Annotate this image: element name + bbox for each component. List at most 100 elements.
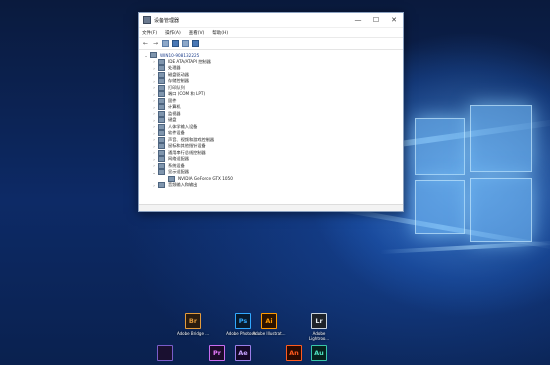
device-tree: ⌄ WIN10-908132225 › IDE ATA/ATAPI 控制器 › 处理器… — [139, 50, 403, 189]
expand-arrow-icon[interactable]: › — [150, 105, 158, 110]
expand-arrow-icon[interactable]: › — [150, 163, 158, 168]
tree-root-label: WIN10-908132225 — [160, 52, 200, 58]
tree-item-label: 固件 — [168, 97, 177, 103]
device-category-icon — [158, 110, 165, 117]
expand-arrow-icon[interactable]: › — [150, 137, 158, 142]
expand-arrow-icon[interactable]: › — [150, 118, 158, 123]
tree-item-label: 存储控制器 — [168, 78, 189, 84]
desktop-shortcut[interactable] — [148, 345, 182, 363]
desktop-shortcut-label: Adobe Bridge ... — [176, 331, 210, 336]
tree-item-label: NVIDIA GeForce GTX 1050 — [178, 176, 233, 182]
tree-item-label: 键盘 — [168, 117, 177, 123]
expand-arrow-icon[interactable]: › — [150, 98, 158, 103]
expand-arrow-icon[interactable]: › — [150, 92, 158, 97]
tree-item-label: 通用串行总线控制器 — [168, 149, 206, 155]
app-icon: Br — [185, 313, 201, 329]
expand-arrow-icon[interactable]: › — [150, 157, 158, 162]
scan-hardware-icon[interactable] — [192, 40, 199, 47]
device-category-icon — [158, 136, 165, 143]
tree-item-label: 监视器 — [168, 110, 181, 116]
device-manager-icon — [143, 16, 151, 24]
device-category-icon — [158, 130, 165, 137]
expand-arrow-icon[interactable]: › — [150, 111, 158, 116]
expand-arrow-icon[interactable]: › — [150, 131, 158, 136]
properties-icon[interactable] — [172, 40, 179, 47]
tree-item-label: 磁盘驱动器 — [168, 71, 189, 77]
wallpaper-window-pane — [415, 180, 465, 234]
tree-item[interactable]: › 音频输入和输出 — [142, 182, 403, 189]
expand-arrow-icon[interactable]: › — [150, 124, 158, 129]
expand-arrow-icon[interactable]: › — [150, 72, 158, 77]
device-category-icon — [158, 84, 165, 91]
wallpaper-window-pane — [470, 178, 532, 242]
toolbar: ← → — [139, 38, 403, 50]
app-icon: Pr — [209, 345, 225, 361]
expand-arrow-icon[interactable]: › — [150, 66, 158, 71]
app-icon: Ai — [261, 313, 277, 329]
device-category-icon — [158, 162, 165, 169]
app-icon: An — [286, 345, 302, 361]
device-category-icon — [158, 123, 165, 130]
device-category-icon — [158, 91, 165, 98]
back-button[interactable]: ← — [142, 40, 149, 47]
device-category-icon — [158, 182, 165, 189]
desktop-shortcut[interactable]: Ae — [226, 345, 260, 363]
title-bar[interactable]: 设备管理器 — ☐ ✕ — [139, 13, 403, 28]
app-icon: Au — [311, 345, 327, 361]
device-category-icon — [158, 117, 165, 124]
wallpaper-window-pane — [415, 118, 465, 175]
desktop-shortcut[interactable]: Br Adobe Bridge ... — [176, 313, 210, 336]
menu-view[interactable]: 查看(V) — [189, 30, 205, 36]
device-category-icon — [168, 175, 175, 182]
window-title: 设备管理器 — [154, 17, 180, 24]
collapse-arrow-icon[interactable]: ⌄ — [150, 170, 158, 175]
computer-icon — [150, 52, 157, 59]
desktop-shortcut[interactable]: Lr Adobe Lightroo... — [302, 313, 336, 341]
desktop-shortcut[interactable]: Ai Adobe Illustrat... — [252, 313, 286, 336]
tree-item-label: 人体学输入设备 — [168, 123, 198, 129]
close-button[interactable]: ✕ — [385, 13, 403, 27]
forward-button[interactable]: → — [152, 40, 159, 47]
menu-file[interactable]: 文件(F) — [142, 30, 157, 36]
expand-arrow-icon[interactable]: › — [150, 144, 158, 149]
tree-item-label: 软件设备 — [168, 130, 185, 136]
wallpaper-window-pane — [470, 105, 532, 172]
device-category-icon — [158, 71, 165, 78]
device-category-icon — [158, 169, 165, 176]
wallpaper-light-beam — [380, 240, 550, 254]
expand-arrow-icon[interactable]: › — [150, 150, 158, 155]
app-icon: Lr — [311, 313, 327, 329]
tree-item-label: 端口 (COM 和 LPT) — [168, 91, 206, 97]
maximize-button[interactable]: ☐ — [367, 13, 385, 27]
app-icon: Ps — [235, 313, 251, 329]
console-tree-icon[interactable] — [162, 40, 169, 47]
device-category-icon — [158, 78, 165, 85]
expand-arrow-icon[interactable]: › — [150, 85, 158, 90]
status-bar — [139, 204, 403, 211]
tree-item-label: 处理器 — [168, 65, 181, 71]
minimize-button[interactable]: — — [349, 13, 367, 27]
device-manager-window: 设备管理器 — ☐ ✕ 文件(F) 操作(A) 查看(V) 帮助(H) ← → … — [138, 12, 404, 212]
tree-item-label: 打印队列 — [168, 84, 185, 90]
collapse-arrow-icon[interactable]: ⌄ — [142, 53, 150, 58]
tree-item-label: 音频输入和输出 — [168, 182, 198, 188]
tree-item-label: 鼠标和其他指针设备 — [168, 143, 206, 149]
expand-arrow-icon[interactable]: › — [150, 59, 158, 64]
device-category-icon — [158, 104, 165, 111]
device-category-icon — [158, 65, 165, 72]
desktop-shortcut[interactable]: Au — [302, 345, 336, 363]
expand-arrow-icon[interactable]: › — [150, 79, 158, 84]
expand-arrow-icon[interactable]: › — [150, 183, 158, 188]
menu-action[interactable]: 操作(A) — [165, 30, 181, 36]
desktop-shortcut-label: Adobe Illustrat... — [252, 331, 286, 336]
app-icon: Ae — [235, 345, 251, 361]
device-category-icon — [158, 156, 165, 163]
menu-help[interactable]: 帮助(H) — [212, 30, 228, 36]
tree-item-label: 声音、视频和游戏控制器 — [168, 136, 215, 142]
tree-item-label: 显示适配器 — [168, 169, 189, 175]
tree-item-label: 计算机 — [168, 104, 181, 110]
tree-item-label: 网络适配器 — [168, 156, 189, 162]
device-category-icon — [158, 149, 165, 156]
help-icon[interactable] — [182, 40, 189, 47]
tree-item-label: 系统设备 — [168, 162, 185, 168]
